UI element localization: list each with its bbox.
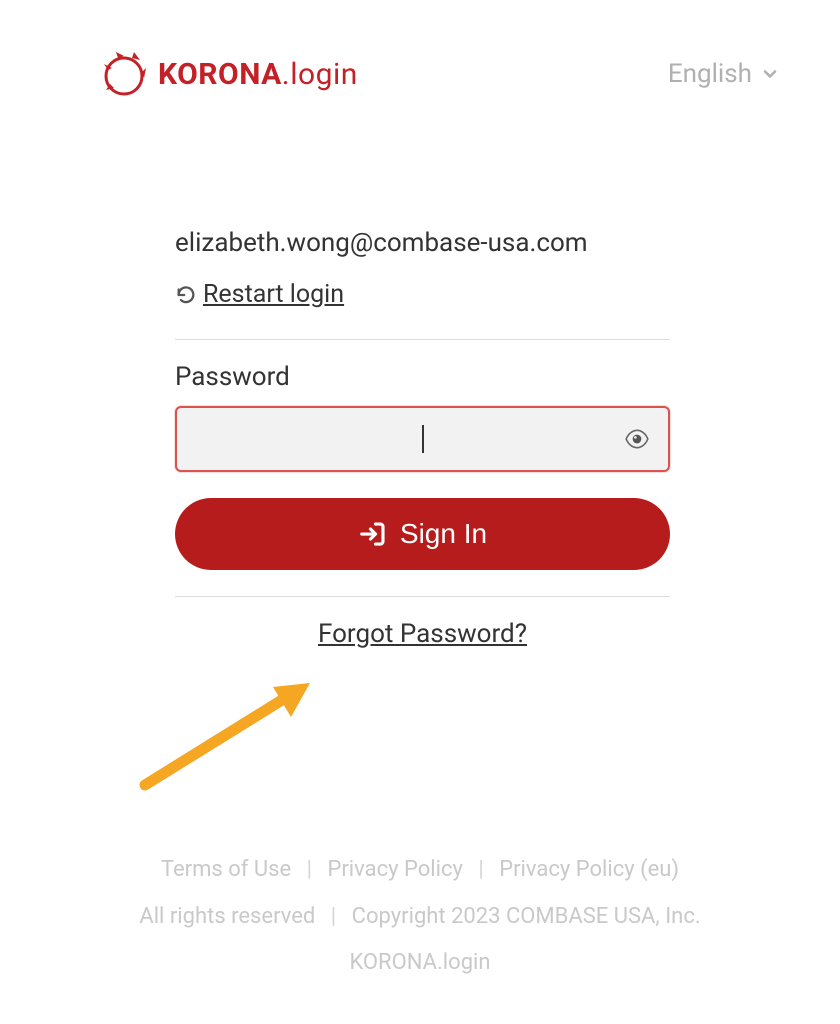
header: KORONA.login English — [0, 0, 840, 98]
signin-icon — [358, 519, 388, 549]
separator: | — [307, 857, 312, 882]
signin-button[interactable]: Sign In — [175, 498, 670, 570]
annotation-arrow — [125, 645, 325, 795]
logo-icon — [100, 50, 148, 98]
password-label: Password — [175, 362, 670, 392]
divider — [175, 339, 670, 340]
restart-login-row: Restart login — [175, 280, 670, 309]
restart-icon — [175, 284, 197, 306]
chevron-down-icon — [760, 64, 780, 84]
terms-link[interactable]: Terms of Use — [161, 857, 291, 882]
copyright-text: Copyright 2023 COMBASE USA, Inc. — [352, 904, 701, 929]
separator: | — [478, 857, 483, 882]
login-form: elizabeth.wong@combase-usa.com Restart l… — [0, 98, 840, 649]
restart-login-link[interactable]: Restart login — [203, 280, 344, 309]
logo: KORONA.login — [100, 50, 358, 98]
forgot-password-link[interactable]: Forgot Password? — [318, 619, 527, 649]
privacy-link[interactable]: Privacy Policy — [327, 857, 462, 882]
rights-text: All rights reserved — [139, 904, 315, 929]
email-display: elizabeth.wong@combase-usa.com — [175, 228, 670, 258]
logo-text: KORONA.login — [158, 57, 358, 92]
language-label: English — [668, 59, 752, 89]
separator: | — [331, 904, 336, 929]
eye-icon[interactable] — [624, 426, 650, 452]
text-cursor — [422, 425, 424, 453]
privacy-eu-link[interactable]: Privacy Policy (eu) — [499, 857, 679, 882]
password-field-wrapper — [175, 406, 670, 472]
divider — [175, 596, 670, 597]
product-name: KORONA.login — [349, 950, 490, 975]
signin-label: Sign In — [400, 518, 487, 550]
footer: Terms of Use | Privacy Policy | Privacy … — [0, 847, 840, 986]
language-selector[interactable]: English — [668, 59, 780, 89]
